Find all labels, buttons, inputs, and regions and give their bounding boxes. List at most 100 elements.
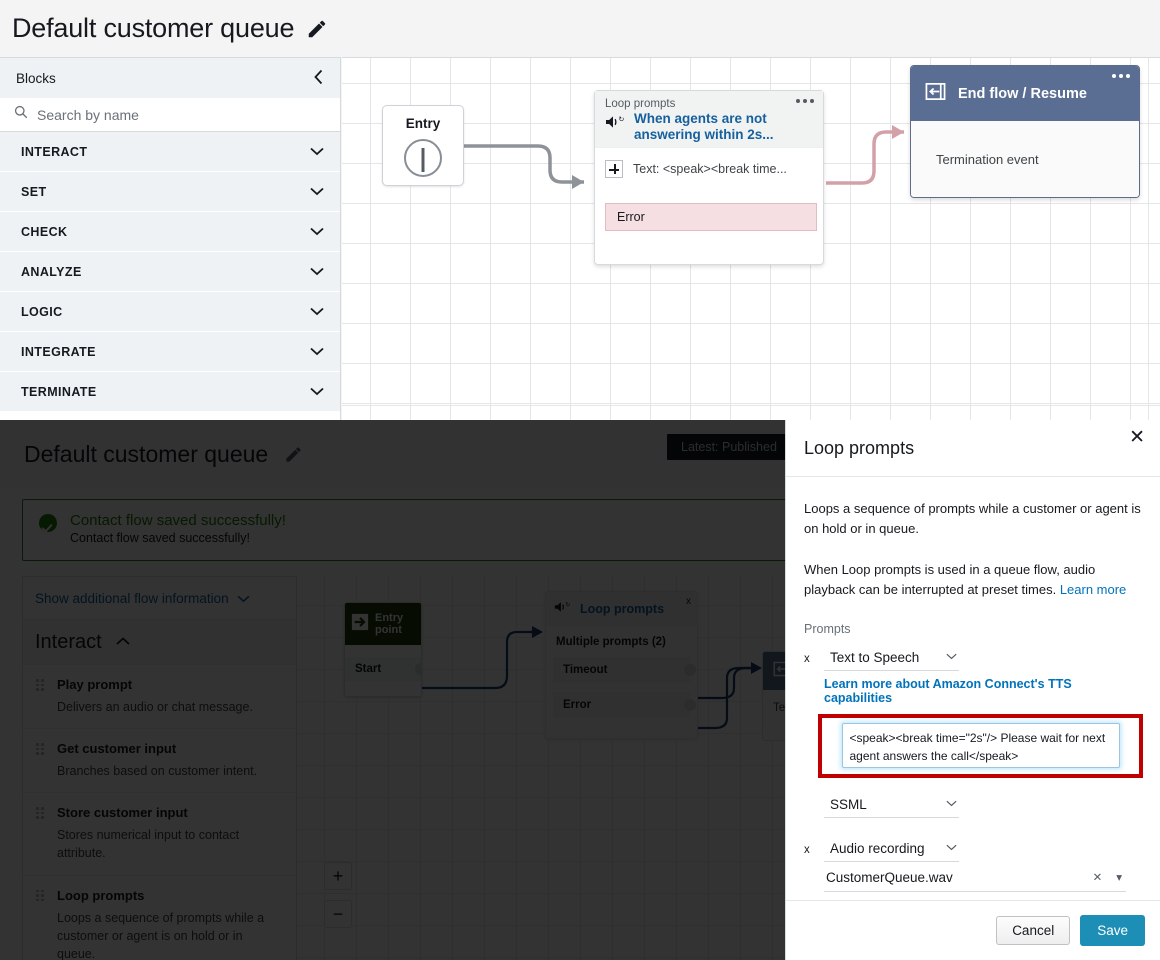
block-desc: Loops a sequence of prompts while a cust… — [57, 909, 282, 960]
list-item[interactable]: Play prompt Delivers an audio or chat me… — [23, 664, 296, 728]
category-label: INTEGRATE — [21, 345, 96, 359]
prompt-row-2: x Audio recording — [804, 838, 1142, 862]
close-icon[interactable]: ✕ — [1129, 428, 1145, 447]
blocks-panel-header: Blocks — [0, 58, 340, 98]
blocks-panel-title: Blocks — [16, 71, 56, 86]
zoom-out-button[interactable]: − — [324, 900, 352, 928]
end-node-branch[interactable]: Termination event — [911, 121, 1139, 198]
chevron-left-icon[interactable] — [313, 69, 324, 88]
blocks-category-logic[interactable]: LOGIC — [0, 292, 340, 332]
category-label: ANALYZE — [21, 265, 82, 279]
flow-node-loop-prompts[interactable]: ↻ Loop prompts x Multiple prompts (2) Ti… — [545, 591, 698, 739]
block-desc: Branches based on customer intent. — [57, 762, 282, 780]
audio-file-select[interactable]: CustomerQueue.wav ✕ ▾ — [824, 868, 1126, 892]
tts-capabilities-link[interactable]: Learn more about Amazon Connect's TTS ca… — [824, 677, 1142, 705]
chevron-down-icon — [310, 224, 324, 239]
loop-node-header: ↻ Loop prompts x — [546, 592, 697, 626]
pencil-icon[interactable] — [306, 18, 328, 40]
entry-arrow-icon — [351, 613, 369, 634]
loop-node-kicker: Loop prompts — [605, 98, 813, 110]
list-item[interactable]: Store customer input Stores numerical in… — [23, 792, 296, 874]
close-icon[interactable]: x — [686, 596, 691, 607]
chevron-up-icon — [116, 633, 130, 651]
prompt-row-1: x Text to Speech — [804, 647, 1142, 671]
entry-node-header: Entry point — [345, 603, 421, 645]
blocks-category-analyze[interactable]: ANALYZE — [0, 252, 340, 292]
block-desc: Delivers an audio or chat message. — [57, 698, 282, 716]
clear-icon[interactable]: ✕ — [1093, 870, 1103, 884]
prompt-interpret-select-1[interactable]: SSML — [824, 794, 959, 818]
loop-node-error-branch[interactable]: Error — [605, 203, 817, 231]
learn-more-link[interactable]: Learn more — [1060, 582, 1126, 597]
flow-node-entry[interactable]: Entry — [382, 105, 464, 186]
more-options-icon[interactable] — [1112, 74, 1130, 78]
blocks-panel: Blocks INTERACT SET CHECK — [0, 57, 341, 420]
blocks-category-set[interactable]: SET — [0, 172, 340, 212]
save-button[interactable]: Save — [1080, 915, 1145, 946]
loop-prompts-properties-panel: Loop prompts ✕ Loops a sequence of promp… — [785, 420, 1160, 960]
zoom-in-button[interactable]: + — [324, 862, 352, 890]
additional-info-label: Show additional flow information — [35, 591, 229, 606]
modal-description-1: Loops a sequence of prompts while a cust… — [804, 499, 1142, 539]
show-additional-flow-information[interactable]: Show additional flow information — [23, 577, 296, 619]
speaker-loop-icon: ↻ — [554, 600, 573, 619]
loop-node-error-branch[interactable]: Error — [553, 692, 690, 718]
search-icon — [14, 105, 28, 124]
prompt-type-select-2[interactable]: Audio recording — [824, 838, 959, 862]
chevron-down-icon[interactable]: ▾ — [1116, 870, 1122, 884]
modal-title: Loop prompts — [804, 438, 914, 459]
chevron-down-icon — [946, 651, 957, 663]
blocks-category-integrate[interactable]: INTEGRATE — [0, 332, 340, 372]
loop-node-title: Loop prompts — [580, 602, 664, 616]
output-port[interactable] — [415, 663, 422, 675]
drag-handle-icon[interactable] — [36, 807, 44, 818]
top-flow-canvas[interactable]: Entry Loop prompts ↻ When agents are not… — [342, 57, 1160, 420]
prompt-interpret-row-1: SSML — [824, 794, 1142, 818]
drag-handle-icon[interactable] — [36, 679, 44, 690]
blocks-category-terminate[interactable]: TERMINATE — [0, 372, 340, 412]
list-item[interactable]: Loop prompts Loops a sequence of prompts… — [23, 875, 296, 960]
group-title: Interact — [35, 631, 102, 654]
modal-description-2: When Loop prompts is used in a queue flo… — [804, 560, 1142, 600]
top-titlebar: Default customer queue — [0, 0, 1160, 57]
plus-icon[interactable] — [605, 160, 623, 178]
loop-node-timeout-branch[interactable]: Timeout — [553, 657, 690, 683]
chevron-down-icon — [946, 842, 957, 854]
search-input[interactable] — [37, 107, 326, 123]
prompt-type-select-1[interactable]: Text to Speech — [824, 647, 959, 671]
more-options-icon[interactable] — [796, 99, 814, 103]
loop-node-text-label: Text: <speak><break time... — [633, 162, 787, 176]
drag-handle-icon[interactable] — [36, 743, 44, 754]
entry-node-start-branch[interactable]: Start — [345, 657, 421, 681]
ssml-textarea[interactable] — [842, 723, 1120, 768]
chevron-down-icon — [310, 264, 324, 279]
cancel-button[interactable]: Cancel — [996, 916, 1070, 945]
end-node-title: End flow / Resume — [958, 86, 1087, 102]
block-desc: Stores numerical input to contact attrib… — [57, 826, 282, 862]
flow-node-entry-point[interactable]: Entry point Start — [344, 602, 422, 697]
loop-node-subtitle: Multiple prompts (2) — [546, 626, 697, 648]
drag-handle-icon[interactable] — [36, 890, 44, 901]
flow-node-loop-prompts[interactable]: Loop prompts ↻ When agents are not answe… — [594, 90, 824, 265]
blocks-category-check[interactable]: CHECK — [0, 212, 340, 252]
category-label: INTERACT — [21, 145, 87, 159]
blocks-category-interact[interactable]: INTERACT — [0, 132, 340, 172]
end-flow-icon — [925, 81, 946, 107]
remove-prompt-1-button[interactable]: x — [804, 653, 813, 665]
loop-node-text-row[interactable]: Text: <speak><break time... — [595, 148, 823, 178]
block-name: Loop prompts — [57, 888, 282, 903]
blocks-group-interact[interactable]: Interact — [23, 619, 296, 664]
output-port[interactable] — [684, 664, 696, 676]
remove-prompt-2-button[interactable]: x — [804, 844, 813, 856]
output-port[interactable] — [684, 699, 696, 711]
modal-body: Loops a sequence of prompts while a cust… — [786, 477, 1160, 897]
prompt-type-value-2: Audio recording — [830, 841, 925, 856]
flow-node-end-flow[interactable]: End flow / Resume Termination event — [910, 65, 1140, 198]
bottom-page-title: Default customer queue — [24, 441, 268, 468]
loop-node-title: When agents are not answering within 2s.… — [634, 111, 813, 143]
entry-point-icon — [404, 139, 442, 177]
pencil-icon[interactable] — [284, 445, 303, 464]
category-label: LOGIC — [21, 305, 63, 319]
blocks-search-row[interactable] — [0, 98, 340, 132]
list-item[interactable]: Get customer input Branches based on cus… — [23, 728, 296, 792]
